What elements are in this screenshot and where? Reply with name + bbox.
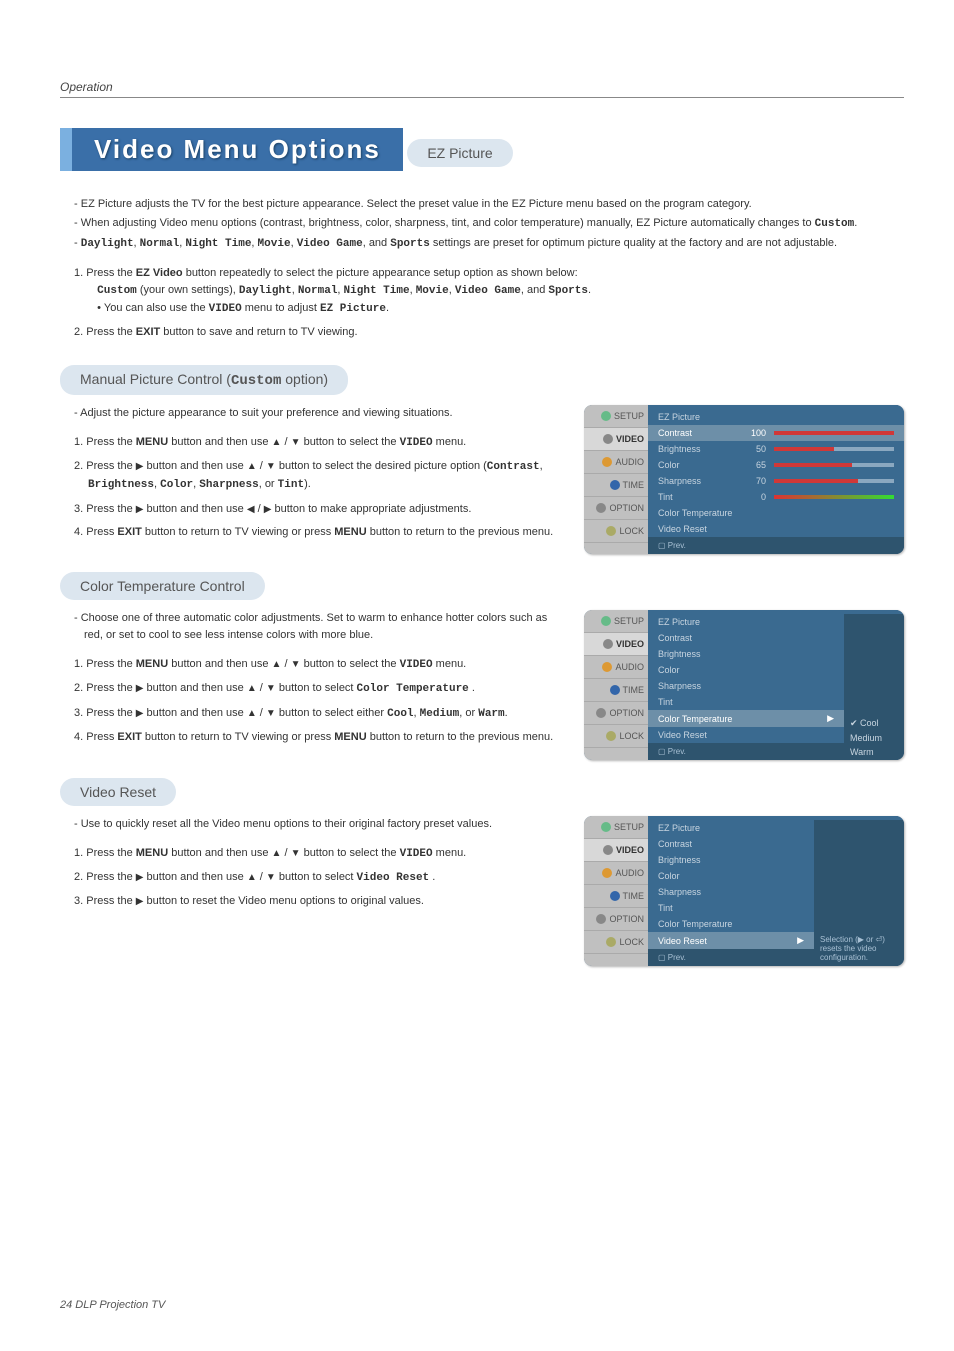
manual-bullets: - Adjust the picture appearance to suit … [60, 405, 564, 422]
reset-bullets: - Use to quickly reset all the Video men… [60, 816, 564, 833]
page: Operation Video Menu Options EZ Picture … [0, 0, 954, 1351]
page-title: Video Menu Options [60, 128, 403, 171]
osd-option: ✔ Cool [844, 717, 904, 730]
osd-tab-setup: SETUP [584, 816, 648, 839]
osd3-footer: ▢ Prev. [648, 949, 814, 966]
osd-row: EZ Picture [648, 820, 814, 836]
osd-row: Brightness [648, 646, 844, 662]
setup-icon [601, 411, 611, 421]
audio-icon [602, 868, 612, 878]
audio-icon [602, 662, 612, 672]
osd-row: Color Temperature [648, 916, 814, 932]
video-icon [603, 845, 613, 855]
osd-row: Color65 [648, 457, 904, 473]
option-icon [596, 708, 606, 718]
video-icon [603, 434, 613, 444]
osd-tab-audio: AUDIO [584, 656, 648, 679]
osd-row: EZ Picture [648, 409, 904, 425]
section-heading-manual: Manual Picture Control (Custom option) [60, 365, 348, 395]
lock-icon [606, 731, 616, 741]
osd-row: Video Reset [648, 521, 904, 537]
ez-bullet-0: EZ Picture adjusts the TV for the best p… [81, 198, 752, 210]
osd-row: Tint0 [648, 489, 904, 505]
time-icon [610, 891, 620, 901]
manual-steps: 1. Press the MENU button and then use ▲ … [60, 434, 564, 540]
time-icon [610, 685, 620, 695]
osd-row: Sharpness70 [648, 473, 904, 489]
osd-reset: SETUPVIDEOAUDIOTIMEOPTIONLOCK EZ Picture… [584, 816, 904, 966]
osd-row: Contrast [648, 630, 844, 646]
osd-tab-setup: SETUP [584, 405, 648, 428]
ez-steps: 1. Press the EZ Video button repeatedly … [60, 265, 904, 341]
osd-option: Medium [844, 732, 904, 744]
osd-tab-audio: AUDIO [584, 862, 648, 885]
lock-icon [606, 937, 616, 947]
osd-row: Brightness50 [648, 441, 904, 457]
setup-icon [601, 616, 611, 626]
osd-row: Color [648, 868, 814, 884]
osd-row: Video Reset [648, 727, 844, 743]
osd-tab-audio: AUDIO [584, 451, 648, 474]
osd-tab-option: OPTION [584, 497, 648, 520]
color-bullet-0: Choose one of three automatic color adju… [81, 612, 548, 641]
osd-tab-setup: SETUP [584, 610, 648, 633]
osd-tab-lock: LOCK [584, 931, 648, 954]
section-heading-color: Color Temperature Control [60, 572, 265, 600]
osd-row: Color Temperature [648, 505, 904, 521]
section-heading-reset: Video Reset [60, 778, 176, 806]
osd-row: Color Temperature▶ [648, 710, 844, 727]
osd-tab-video: VIDEO [584, 633, 648, 656]
manual-heading-suffix: option) [281, 371, 328, 387]
osd-tab-option: OPTION [584, 702, 648, 725]
reset-steps: 1. Press the MENU button and then use ▲ … [60, 845, 564, 910]
color-steps: 1. Press the MENU button and then use ▲ … [60, 656, 564, 745]
osd-row: Tint [648, 694, 844, 710]
reset-bullet-0: Use to quickly reset all the Video menu … [81, 818, 492, 830]
osd-tab-lock: LOCK [584, 520, 648, 543]
osd-tab-video: VIDEO [584, 839, 648, 862]
osd-manual: SETUPVIDEOAUDIOTIMEOPTIONLOCK EZ Picture… [584, 405, 904, 554]
color-bullets: - Choose one of three automatic color ad… [60, 610, 564, 644]
osd-option: Warm [844, 746, 904, 758]
osd-row: EZ Picture [648, 614, 844, 630]
video-icon [603, 639, 613, 649]
osd-row: Video Reset▶ [648, 932, 814, 949]
audio-icon [602, 457, 612, 467]
osd-tab-lock: LOCK [584, 725, 648, 748]
lock-icon [606, 526, 616, 536]
setup-icon [601, 822, 611, 832]
time-icon [610, 480, 620, 490]
header-section-label: Operation [60, 80, 904, 98]
osd2-footer: ▢ Prev. [648, 743, 844, 760]
osd-row: Brightness [648, 852, 814, 868]
osd1-footer: ▢ Prev. [648, 537, 904, 554]
osd-tab-video: VIDEO [584, 428, 648, 451]
osd-tab-time: TIME [584, 474, 648, 497]
osd-row: Contrast100 [648, 425, 904, 441]
option-icon [596, 914, 606, 924]
osd-row: Color [648, 662, 844, 678]
osd-tab-time: TIME [584, 679, 648, 702]
osd-row: Sharpness [648, 884, 814, 900]
manual-heading-bold: Custom [231, 373, 281, 389]
ez-bullets: - EZ Picture adjusts the TV for the best… [60, 196, 904, 253]
manual-bullet-0: Adjust the picture appearance to suit yo… [80, 407, 452, 419]
section-heading-ez: EZ Picture [407, 139, 512, 167]
osd-row: Contrast [648, 836, 814, 852]
osd-tab-time: TIME [584, 885, 648, 908]
option-icon [596, 503, 606, 513]
osd-color: SETUPVIDEOAUDIOTIMEOPTIONLOCK EZ Picture… [584, 610, 904, 760]
osd3-side-message: Selection (▶ or ⏎) resets the video conf… [814, 820, 904, 966]
osd-row: Tint [648, 900, 814, 916]
manual-heading-prefix: Manual Picture Control ( [80, 371, 231, 387]
osd-row: Sharpness [648, 678, 844, 694]
osd-tab-option: OPTION [584, 908, 648, 931]
page-footer: 24 DLP Projection TV [60, 1299, 165, 1311]
